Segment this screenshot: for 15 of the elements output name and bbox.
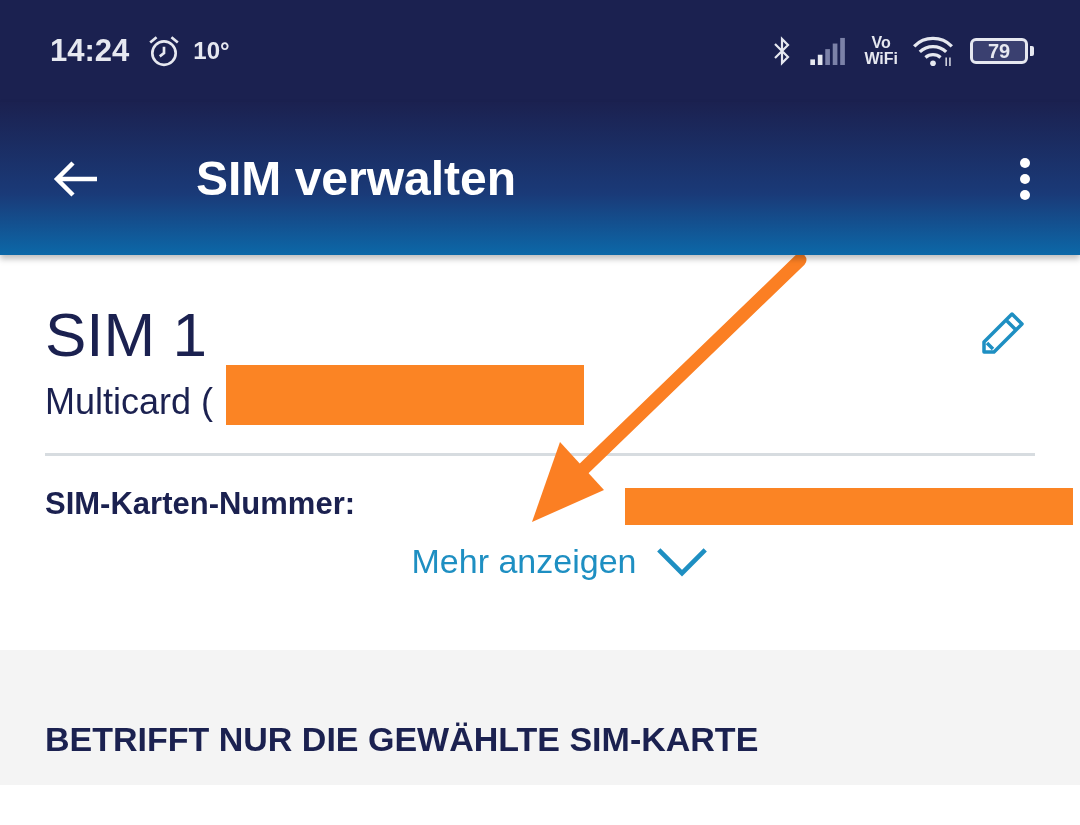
wifi-icon bbox=[912, 35, 954, 67]
alarm-clock-icon bbox=[147, 34, 182, 68]
clock-time: 14:24 bbox=[50, 33, 130, 69]
more-options-icon bbox=[1019, 156, 1031, 201]
wifi-label: WiFi bbox=[864, 51, 898, 67]
sim-name: SIM 1 bbox=[45, 299, 208, 371]
sim-provider: Multicard ( bbox=[45, 381, 214, 423]
temperature: 10° bbox=[193, 37, 230, 65]
section-heading: BETRIFFT NUR DIE GEWÄHLTE SIM-KARTE bbox=[45, 720, 759, 759]
page-title: SIM verwalten bbox=[196, 151, 518, 206]
show-more-link[interactable]: Mehr anzeigen bbox=[411, 542, 709, 581]
sim-number-label: SIM-Karten-Nummer: bbox=[45, 486, 357, 522]
chevron-down-icon bbox=[656, 546, 709, 577]
vo-label: Vo bbox=[871, 35, 891, 51]
battery-indicator: 79 bbox=[970, 38, 1028, 64]
